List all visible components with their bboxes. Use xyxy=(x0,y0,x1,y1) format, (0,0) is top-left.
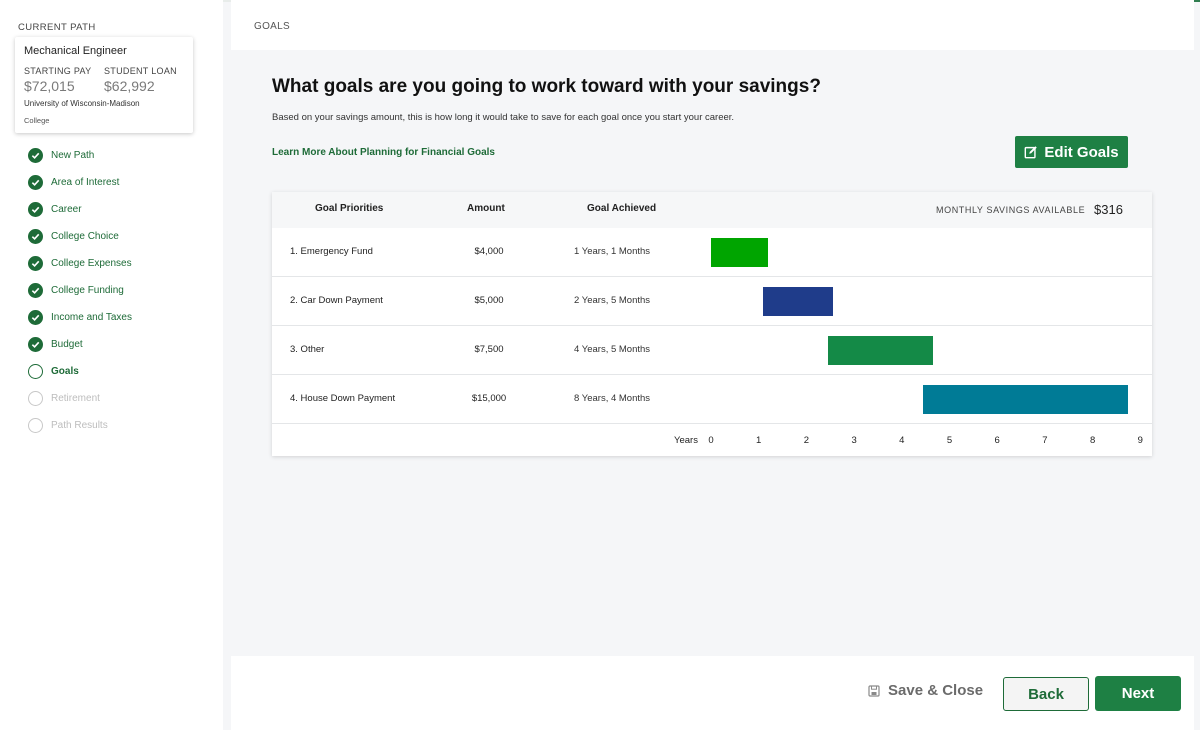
back-button[interactable]: Back xyxy=(1003,677,1089,711)
next-button[interactable]: Next xyxy=(1095,676,1181,711)
save-and-close-button[interactable]: Save & Close xyxy=(868,682,983,699)
table-header: Goal Priorities Amount Goal Achieved MON… xyxy=(272,192,1152,228)
path-card[interactable]: Mechanical Engineer STARTING PAY STUDENT… xyxy=(15,37,193,133)
axis-tick-label: 4 xyxy=(899,435,905,446)
breadcrumb: GOALS xyxy=(254,21,290,32)
goal-bar-emergency-fund xyxy=(711,238,769,267)
check-icon xyxy=(28,282,43,298)
check-icon xyxy=(28,336,43,352)
school-name: University of Wisconsin-Madison xyxy=(24,99,140,108)
monthly-savings-value: $316 xyxy=(1094,202,1123,217)
edit-icon xyxy=(1025,146,1038,159)
axis-tick-label: 7 xyxy=(1042,435,1048,446)
axis-tick-label: 0 xyxy=(708,435,714,446)
save-and-close-label: Save & Close xyxy=(888,682,984,699)
goal-amount: $5,000 xyxy=(474,295,504,306)
edit-goals-label: Edit Goals xyxy=(1044,143,1119,161)
goal-name: 1. Emergency Fund xyxy=(290,246,373,257)
goals-table: Goal Priorities Amount Goal Achieved MON… xyxy=(272,192,1152,456)
save-disk-icon xyxy=(868,684,880,697)
student-loan-label: STUDENT LOAN xyxy=(104,66,177,76)
step-label: Career xyxy=(51,203,82,215)
step-career[interactable]: Career xyxy=(28,200,208,218)
step-new-path[interactable]: New Path xyxy=(28,146,208,164)
table-row: 2. Car Down Payment $5,000 2 Years, 5 Mo… xyxy=(272,277,1152,326)
axis-label-years: Years xyxy=(674,435,698,446)
table-row: 4. House Down Payment $15,000 8 Years, 4… xyxy=(272,375,1152,424)
step-goals[interactable]: Goals xyxy=(28,362,208,380)
goal-achieved: 8 Years, 4 Months xyxy=(574,393,651,404)
check-icon xyxy=(28,309,43,325)
step-area-of-interest[interactable]: Area of Interest xyxy=(28,173,208,191)
starting-pay-label: STARTING PAY xyxy=(24,66,92,76)
header: GOALS xyxy=(231,0,1194,50)
step-label: Income and Taxes xyxy=(51,311,132,323)
check-icon xyxy=(28,201,43,217)
step-college-expenses[interactable]: College Expenses xyxy=(28,254,208,272)
check-icon xyxy=(28,174,43,190)
current-path-label: CURRENT PATH xyxy=(18,22,96,33)
starting-pay-value: $72,015 xyxy=(24,78,75,94)
goal-amount: $7,500 xyxy=(474,344,504,355)
goal-name: 3. Other xyxy=(290,344,325,355)
step-label: College Choice xyxy=(51,230,119,242)
step-budget[interactable]: Budget xyxy=(28,335,208,353)
step-label: Goals xyxy=(51,365,79,377)
page-title: What goals are you going to work toward … xyxy=(272,76,821,97)
step-label: Retirement xyxy=(51,392,100,404)
table-row: 1. Emergency Fund $4,000 1 Years, 1 Mont… xyxy=(272,228,1152,277)
axis-tick-label: 1 xyxy=(756,435,762,446)
check-icon xyxy=(28,228,43,244)
axis-tick-label: 6 xyxy=(994,435,1000,446)
empty-circle-icon xyxy=(28,390,43,406)
goal-bar-car-down-payment xyxy=(763,287,833,316)
step-path-results: Path Results xyxy=(28,416,208,434)
header-amount: Amount xyxy=(467,203,505,214)
school-type: College xyxy=(24,116,50,125)
goal-amount: $4,000 xyxy=(474,246,504,257)
step-label: New Path xyxy=(51,149,95,161)
goal-achieved: 2 Years, 5 Months xyxy=(574,295,651,306)
goal-achieved: 1 Years, 1 Months xyxy=(574,246,651,257)
axis-tick-label: 8 xyxy=(1089,435,1096,446)
goal-bar-house-down-payment xyxy=(923,385,1129,414)
axis-tick-label: 9 xyxy=(1137,435,1143,446)
goal-name: 2. Car Down Payment xyxy=(290,295,383,306)
header-goal-priorities: Goal Priorities xyxy=(315,203,384,214)
path-title: Mechanical Engineer xyxy=(24,45,127,57)
table-row: 3. Other $7,500 4 Years, 5 Months xyxy=(272,326,1152,375)
empty-circle-icon xyxy=(28,417,43,433)
sidebar: CURRENT PATH Mechanical Engineer STARTIN… xyxy=(0,0,223,730)
step-income-and-taxes[interactable]: Income and Taxes xyxy=(28,308,208,326)
header-goal-achieved: Goal Achieved xyxy=(587,203,657,214)
monthly-savings-label: MONTHLY SAVINGS AVAILABLE xyxy=(936,205,1086,215)
step-retirement: Retirement xyxy=(28,389,208,407)
goal-name: 4. House Down Payment xyxy=(290,393,396,404)
edit-goals-button[interactable]: Edit Goals xyxy=(1015,136,1128,168)
step-label: Area of Interest xyxy=(51,176,120,188)
learn-more-link[interactable]: Learn More About Planning for Financial … xyxy=(272,147,495,158)
goal-amount: $15,000 xyxy=(471,393,507,404)
step-label: Path Results xyxy=(51,419,108,431)
axis-tick-label: 2 xyxy=(803,435,810,446)
step-college-funding[interactable]: College Funding xyxy=(28,281,208,299)
step-label: Budget xyxy=(51,338,83,350)
step-college-choice[interactable]: College Choice xyxy=(28,227,208,245)
step-label: College Funding xyxy=(51,284,124,296)
axis-tick-label: 5 xyxy=(946,435,953,446)
axis-tick-label: 3 xyxy=(851,435,857,446)
step-label: College Expenses xyxy=(51,257,132,269)
footer: Save & Close Back Next xyxy=(231,656,1194,730)
check-icon xyxy=(28,255,43,271)
goal-achieved: 4 Years, 5 Months xyxy=(574,344,651,355)
check-icon xyxy=(28,147,43,163)
student-loan-value: $62,992 xyxy=(104,78,155,94)
current-step-circle-icon xyxy=(28,363,43,379)
page-subtitle: Based on your savings amount, this is ho… xyxy=(272,112,735,123)
goal-bar-other xyxy=(827,336,933,365)
